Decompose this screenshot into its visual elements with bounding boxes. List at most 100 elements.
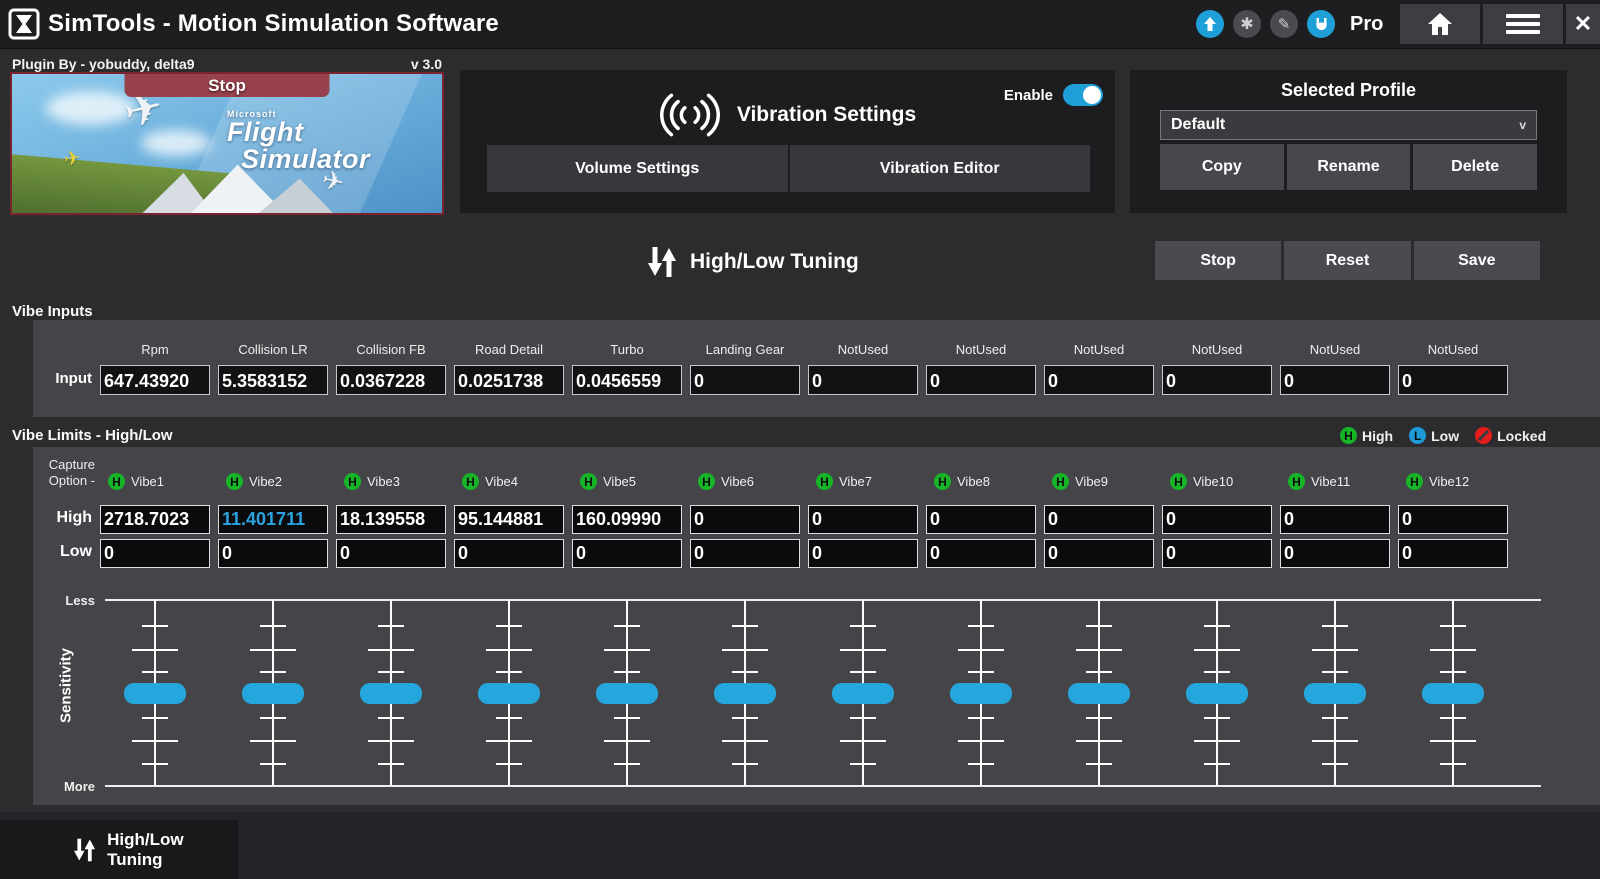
- stop-button[interactable]: Stop: [1155, 241, 1281, 280]
- high-limit-field[interactable]: 0: [1162, 505, 1272, 534]
- burst-icon[interactable]: ✱: [1233, 10, 1261, 38]
- high-limit-field[interactable]: 0: [808, 505, 918, 534]
- input-value-field[interactable]: 0.0456559: [572, 365, 682, 395]
- high-limit-field[interactable]: 2718.7023: [100, 505, 210, 534]
- slider-handle[interactable]: [478, 683, 540, 704]
- input-value-field[interactable]: 5.3583152: [218, 365, 328, 395]
- low-limit-field[interactable]: 0: [100, 539, 210, 568]
- sensitivity-slider: [100, 600, 210, 786]
- input-value-field[interactable]: 0.0367228: [336, 365, 446, 395]
- input-value-field[interactable]: 647.43920: [100, 365, 210, 395]
- high-capture-icon[interactable]: H: [816, 473, 833, 490]
- slider-handle[interactable]: [950, 683, 1012, 704]
- reset-button[interactable]: Reset: [1284, 241, 1410, 280]
- low-limit-field[interactable]: 0: [454, 539, 564, 568]
- high-capture-icon[interactable]: H: [580, 473, 597, 490]
- delete-button[interactable]: Delete: [1413, 144, 1537, 190]
- high-capture-icon[interactable]: H: [934, 473, 951, 490]
- menu-button[interactable]: [1483, 4, 1563, 44]
- slider-handle[interactable]: [124, 683, 186, 704]
- high-capture-icon[interactable]: H: [1052, 473, 1069, 490]
- plugin-stop-button[interactable]: Stop: [125, 74, 330, 97]
- vibration-editor-button[interactable]: Vibration Editor: [790, 145, 1091, 192]
- slider-tick: [260, 763, 286, 765]
- low-limit-field[interactable]: 0: [1280, 539, 1390, 568]
- enable-toggle[interactable]: [1063, 84, 1103, 106]
- game-logo-text: Microsoft Flight Simulator: [227, 110, 370, 173]
- low-limit-field[interactable]: 0: [572, 539, 682, 568]
- high-limit-field[interactable]: 11.401711: [218, 505, 328, 534]
- high-limit-field[interactable]: 0: [1398, 505, 1508, 534]
- capture-option-channel: HVibe11: [1280, 473, 1390, 490]
- tab-high-low-tuning[interactable]: High/Low Tuning: [0, 820, 238, 879]
- high-limit-field[interactable]: 95.144881: [454, 505, 564, 534]
- low-limit-field[interactable]: 0: [1398, 539, 1508, 568]
- slider-handle[interactable]: [1422, 683, 1484, 704]
- low-limit-field[interactable]: 0: [926, 539, 1036, 568]
- high-capture-icon[interactable]: H: [1288, 473, 1305, 490]
- rename-button[interactable]: Rename: [1287, 144, 1411, 190]
- home-button[interactable]: [1400, 4, 1480, 44]
- input-value-field[interactable]: 0: [808, 365, 918, 395]
- slider-tick: [260, 717, 286, 719]
- slider-tick: [1076, 649, 1122, 651]
- input-value-field[interactable]: 0: [1280, 365, 1390, 395]
- high-limit-field[interactable]: 0: [926, 505, 1036, 534]
- input-value-field[interactable]: 0: [1398, 365, 1508, 395]
- hamburger-icon: [1506, 14, 1540, 34]
- slider-handle[interactable]: [1186, 683, 1248, 704]
- edit-icon[interactable]: ✎: [1270, 10, 1298, 38]
- input-value-field[interactable]: 0: [1162, 365, 1272, 395]
- profile-dropdown[interactable]: Default v: [1160, 110, 1537, 140]
- high-row-label: High: [33, 509, 92, 527]
- low-limit-field[interactable]: 0: [336, 539, 446, 568]
- vibe-channel-label: Vibe3: [367, 474, 400, 489]
- low-limit-field[interactable]: 0: [690, 539, 800, 568]
- close-button[interactable]: ✕: [1566, 4, 1600, 44]
- slider-handle[interactable]: [242, 683, 304, 704]
- high-capture-icon[interactable]: H: [1406, 473, 1423, 490]
- high-limit-field[interactable]: 0: [690, 505, 800, 534]
- low-limit-field[interactable]: 0: [808, 539, 918, 568]
- sensitivity-more-label: More: [33, 779, 95, 794]
- high-capture-icon[interactable]: H: [698, 473, 715, 490]
- plug-icon[interactable]: [1307, 10, 1335, 38]
- slider-tick: [1086, 717, 1112, 719]
- slider-handle[interactable]: [832, 683, 894, 704]
- high-limit-field[interactable]: 0: [1280, 505, 1390, 534]
- slider-tick: [850, 671, 876, 673]
- input-value-field[interactable]: 0: [926, 365, 1036, 395]
- slider-handle[interactable]: [360, 683, 422, 704]
- slider-tick: [614, 671, 640, 673]
- low-limit-field[interactable]: 0: [1044, 539, 1154, 568]
- input-value-field[interactable]: 0: [690, 365, 800, 395]
- slider-tick: [132, 740, 178, 742]
- input-column-header: NotUsed: [1280, 342, 1390, 357]
- high-capture-icon[interactable]: H: [1170, 473, 1187, 490]
- input-value-field[interactable]: 0.0251738: [454, 365, 564, 395]
- save-button[interactable]: Save: [1414, 241, 1540, 280]
- high-limit-field[interactable]: 18.139558: [336, 505, 446, 534]
- high-capture-icon[interactable]: H: [462, 473, 479, 490]
- slider-handle[interactable]: [1304, 683, 1366, 704]
- slider-tick: [496, 763, 522, 765]
- high-capture-icon[interactable]: H: [108, 473, 125, 490]
- slider-tick: [1312, 740, 1358, 742]
- volume-settings-button[interactable]: Volume Settings: [487, 145, 790, 192]
- update-icon[interactable]: [1196, 10, 1224, 38]
- plugin-header: Plugin By - yobuddy, delta9 v 3.0: [12, 56, 442, 72]
- copy-button[interactable]: Copy: [1160, 144, 1284, 190]
- high-capture-icon[interactable]: H: [344, 473, 361, 490]
- legend-low-label: Low: [1431, 428, 1459, 444]
- high-limit-field[interactable]: 0: [1044, 505, 1154, 534]
- high-capture-icon[interactable]: H: [226, 473, 243, 490]
- slider-handle[interactable]: [1068, 683, 1130, 704]
- slider-handle[interactable]: [596, 683, 658, 704]
- low-limit-field[interactable]: 0: [218, 539, 328, 568]
- high-limit-field[interactable]: 160.09990: [572, 505, 682, 534]
- slider-tick: [1440, 671, 1466, 673]
- slider-handle[interactable]: [714, 683, 776, 704]
- slider-tick: [142, 671, 168, 673]
- input-value-field[interactable]: 0: [1044, 365, 1154, 395]
- low-limit-field[interactable]: 0: [1162, 539, 1272, 568]
